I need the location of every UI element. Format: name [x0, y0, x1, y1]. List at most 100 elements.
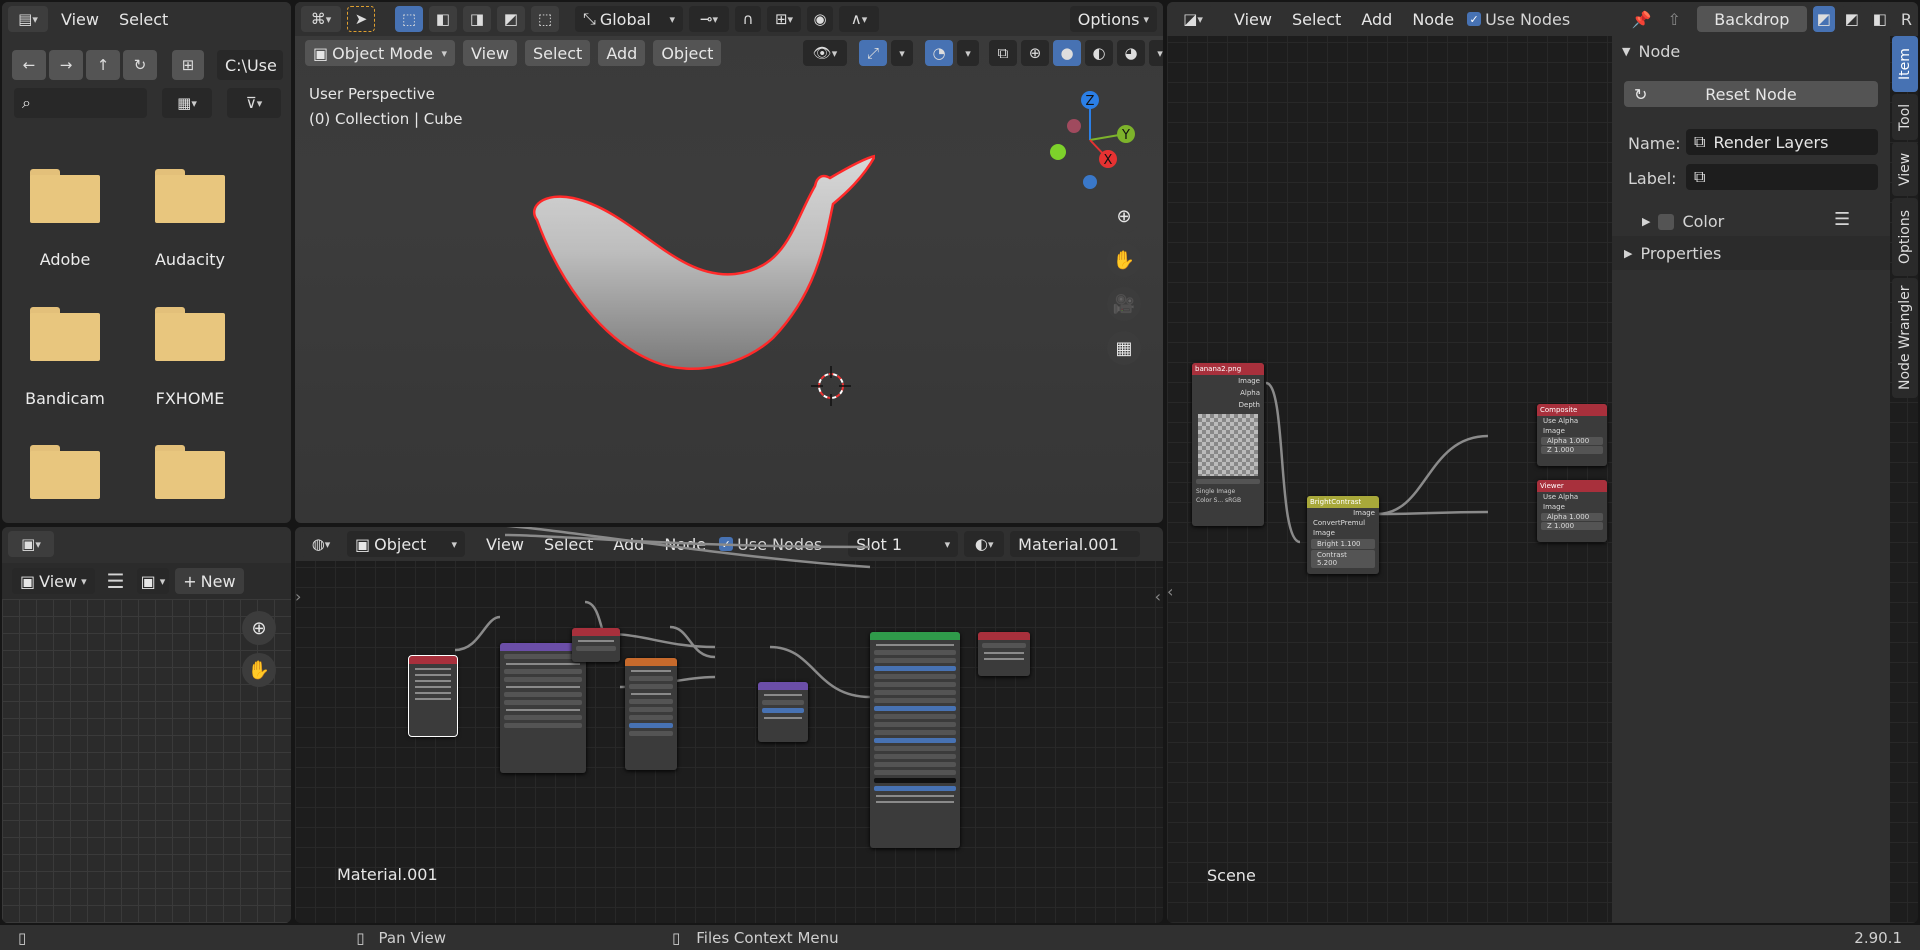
object-mode-icon: ▣: [313, 43, 329, 63]
folder-icon[interactable]: [30, 445, 100, 499]
menu-select[interactable]: Select: [524, 40, 591, 66]
node-value[interactable]: [572, 628, 620, 662]
menu-select[interactable]: Select: [112, 7, 175, 32]
banana-mesh[interactable]: [525, 142, 875, 382]
rendered-shading-icon[interactable]: ◕: [1117, 40, 1145, 66]
zoom-icon[interactable]: ⊕: [1107, 199, 1141, 233]
editor-type-image-icon[interactable]: ▣ ▾: [8, 531, 54, 557]
tab-tool[interactable]: Tool: [1892, 94, 1918, 140]
filter-icon[interactable]: ⊽ ▾: [227, 88, 281, 118]
new-image-button[interactable]: + New: [175, 568, 244, 594]
grid-ortho-icon[interactable]: ▦: [1107, 331, 1141, 365]
display-mode-icon[interactable]: ▦ ▾: [162, 88, 212, 118]
image-browse-dropdown[interactable]: ▣ ▾: [136, 568, 170, 594]
select-subtract-icon[interactable]: ◨: [463, 6, 491, 32]
transform-orientation-dropdown[interactable]: ⤡ Global ▾: [575, 6, 683, 32]
menu-add[interactable]: Add: [598, 40, 646, 66]
panel-node-header[interactable]: ▼ Node: [1622, 42, 1680, 61]
proportional-edit-icon[interactable]: ◉: [807, 6, 833, 32]
path-field[interactable]: C:\Use: [217, 50, 283, 80]
select-extend-icon[interactable]: ◧: [429, 6, 457, 32]
menu-object[interactable]: Object: [653, 40, 722, 66]
node-texture-coordinate[interactable]: [408, 655, 458, 737]
hand-pan-icon[interactable]: ✋: [1107, 243, 1141, 277]
label-field[interactable]: ⧉: [1686, 164, 1878, 190]
gizmo-icon[interactable]: ⤢: [859, 40, 887, 66]
axis-gizmo[interactable]: Z Y X: [1035, 82, 1145, 202]
node-composite[interactable]: Composite Use Alpha Image Alpha 1.000 Z …: [1537, 404, 1607, 466]
color-subpanel[interactable]: ▶ Color: [1642, 212, 1724, 231]
collapse-arrow-icon[interactable]: ‹: [1155, 587, 1161, 606]
object-mode-dropdown[interactable]: ▣ Object Mode ▾: [305, 40, 455, 66]
folder-icon[interactable]: [155, 169, 225, 223]
xray-icon[interactable]: ⧉: [989, 40, 1017, 66]
search-input[interactable]: ⌕: [14, 88, 147, 118]
folder-icon[interactable]: [30, 169, 100, 223]
tab-item[interactable]: Item: [1892, 36, 1918, 92]
properties-subpanel[interactable]: ▶ Properties: [1612, 236, 1890, 270]
reset-node-button[interactable]: ↻ Reset Node: [1624, 81, 1878, 107]
collapse-arrow-icon[interactable]: ‹: [1167, 582, 1173, 601]
node-row: Alpha 1.000: [1541, 437, 1603, 445]
version-label: 2.90.1: [1854, 928, 1902, 947]
new-folder-icon[interactable]: ⊞: [172, 50, 204, 80]
node-principled-bsdf[interactable]: [870, 632, 960, 848]
forward-arrow-icon[interactable]: →: [49, 50, 83, 80]
pivot-icon[interactable]: ⊸ ▾: [689, 6, 729, 32]
gizmo-dropdown-icon[interactable]: ▾: [891, 40, 913, 66]
node-texture[interactable]: [625, 658, 677, 770]
camera-icon[interactable]: 🎥: [1107, 287, 1141, 321]
shader-editor-area[interactable]: ◍ ▾ ▣ Object ▾ View Select Add Node ✓ Use No…: [295, 527, 1163, 923]
node-bright-contrast[interactable]: BrightContrast Image ConvertPremul Image…: [1307, 496, 1379, 574]
falloff-icon[interactable]: ∧ ▾: [839, 6, 879, 32]
node-output: Image: [1353, 509, 1375, 517]
folder-icon[interactable]: [155, 445, 225, 499]
hand-pan-icon[interactable]: ✋: [242, 653, 276, 687]
back-arrow-icon[interactable]: ←: [12, 50, 46, 80]
list-icon[interactable]: ☰: [1834, 209, 1850, 230]
perspective-label: User Perspective: [309, 85, 435, 103]
zoom-icon[interactable]: ⊕: [242, 611, 276, 645]
menu-view[interactable]: View: [54, 7, 106, 32]
node-bump[interactable]: [758, 682, 808, 742]
view-dropdown[interactable]: ▣ View ▾: [12, 568, 95, 594]
name-field[interactable]: ⧉ Render Layers: [1686, 129, 1878, 155]
menu-view[interactable]: View: [463, 40, 517, 66]
menu-hamburger-icon[interactable]: ☰: [107, 569, 125, 593]
select-tool-icon[interactable]: ➤: [347, 6, 375, 32]
viewport-subheader: ▣ Object Mode ▾ View Select Add Object: [305, 40, 722, 66]
node-mapping[interactable]: [500, 643, 586, 773]
tab-options[interactable]: Options: [1892, 198, 1918, 276]
node-viewer[interactable]: Viewer Use Alpha Image Alpha 1.000 Z 1.0…: [1537, 480, 1607, 542]
folder-icon[interactable]: [30, 307, 100, 361]
color-checkbox[interactable]: [1658, 213, 1675, 230]
image-canvas[interactable]: [2, 599, 291, 923]
node-row: Image: [1543, 427, 1565, 435]
material-shading-icon[interactable]: ◐: [1085, 40, 1113, 66]
folder-icon[interactable]: [155, 307, 225, 361]
collapse-arrow-icon[interactable]: ›: [295, 587, 301, 606]
editor-type-3d-icon[interactable]: ⌘ ▾: [301, 6, 341, 32]
overlays-dropdown-icon[interactable]: ▾: [957, 40, 979, 66]
solid-shading-icon[interactable]: ●: [1053, 40, 1081, 66]
parent-dir-icon[interactable]: ↑: [86, 50, 120, 80]
shading-dropdown-icon[interactable]: ▾: [1149, 40, 1163, 66]
overlays-icon[interactable]: ◔: [925, 40, 953, 66]
select-intersect-icon[interactable]: ⬚: [531, 6, 559, 32]
node-row: ConvertPremul: [1313, 519, 1366, 527]
snap-target-icon[interactable]: ⊞ ▾: [767, 6, 801, 32]
select-box-new-icon[interactable]: ⬚: [395, 6, 423, 32]
options-dropdown[interactable]: Options ▾: [1069, 6, 1157, 32]
tab-view[interactable]: View: [1892, 142, 1918, 196]
select-invert-icon[interactable]: ◩: [497, 6, 525, 32]
folder-label: Adobe: [39, 250, 91, 269]
editor-type-file-icon[interactable]: ▤ ▾: [8, 6, 48, 32]
refresh-icon[interactable]: ↻: [123, 50, 157, 80]
file-browser-header: ▤ ▾ View Select: [2, 2, 291, 36]
snap-icon[interactable]: ∩: [735, 6, 761, 32]
wireframe-shading-icon[interactable]: ⊕: [1021, 40, 1049, 66]
visibility-eye-icon[interactable]: 👁 ▾: [803, 40, 847, 66]
node-image-banana[interactable]: banana2.png Image Alpha Depth Single Ima…: [1192, 363, 1264, 526]
node-material-output[interactable]: [978, 632, 1030, 676]
tab-node-wrangler[interactable]: Node Wrangler: [1892, 278, 1918, 398]
